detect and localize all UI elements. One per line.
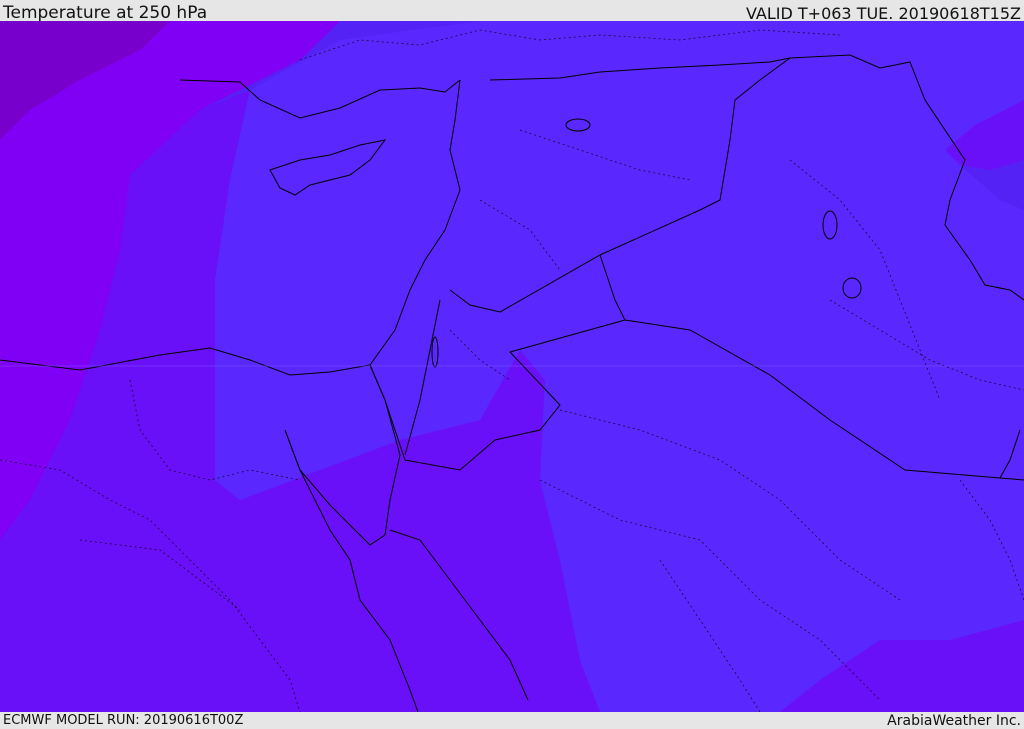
lake-razzaza — [842, 277, 862, 299]
dead-sea — [431, 336, 439, 368]
map-title: Temperature at 250 hPa — [3, 3, 208, 23]
header-bar: Temperature at 250 hPa VALID T+063 TUE. … — [0, 0, 1024, 23]
temperature-map — [0, 21, 1024, 712]
credit: ArabiaWeather Inc. — [887, 713, 1021, 729]
model-run: ECMWF MODEL RUN: 20190616T00Z — [3, 713, 244, 728]
map-svg — [0, 21, 1024, 712]
lake-assad — [565, 118, 591, 132]
footer-bar: ECMWF MODEL RUN: 20190616T00Z ArabiaWeat… — [0, 712, 1024, 729]
lake-tharthar — [822, 210, 838, 240]
